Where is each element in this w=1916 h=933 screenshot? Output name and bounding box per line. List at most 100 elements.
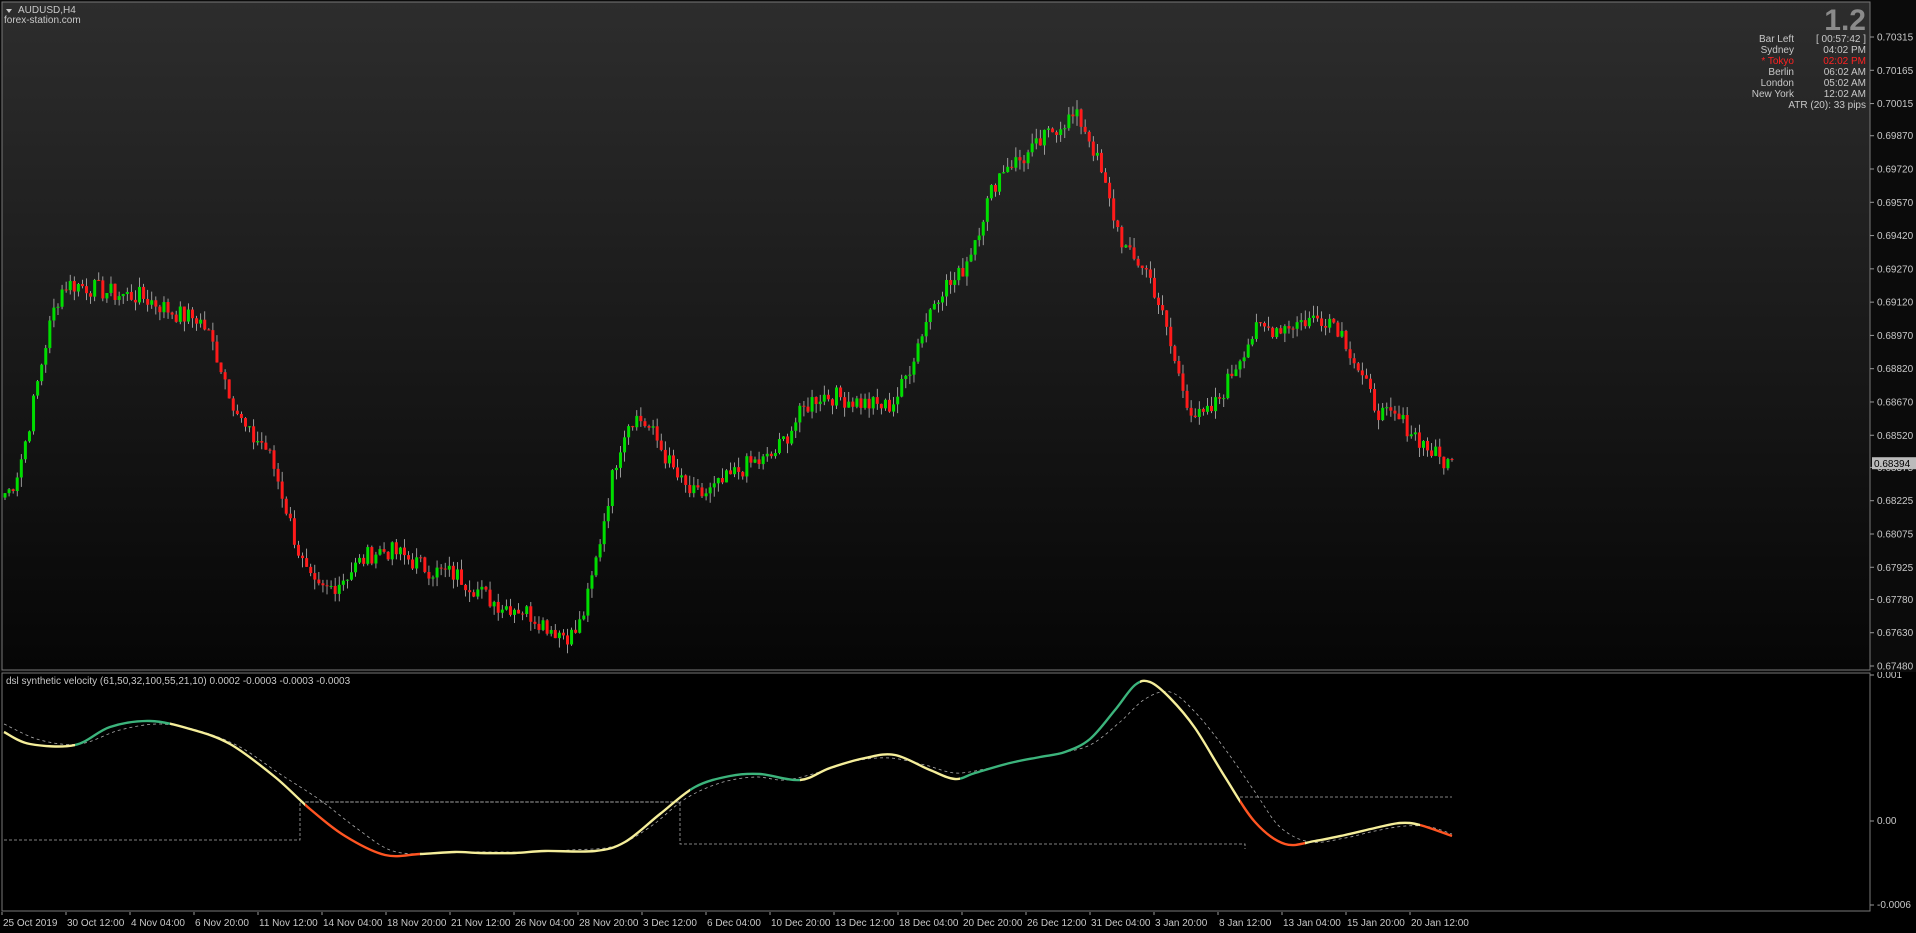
candle-bull — [610, 470, 614, 507]
candle-bear — [215, 341, 219, 363]
candle-bull — [60, 289, 64, 307]
candle-bull — [932, 303, 936, 310]
candle-bear — [182, 306, 186, 322]
candle-bull — [1067, 114, 1071, 129]
candle-bull — [23, 441, 27, 460]
candle-bear — [949, 279, 953, 285]
info-row-value: 12:02 AM — [1824, 89, 1866, 100]
price-tick-label: 0.69270 — [1877, 264, 1914, 275]
candle-bear — [1267, 326, 1271, 328]
candle-bull — [965, 261, 969, 277]
candle-bull — [329, 585, 333, 587]
candle-bear — [72, 280, 76, 292]
candle-bear — [1450, 459, 1454, 461]
candle-bear — [460, 569, 464, 585]
candle-bear — [284, 498, 288, 514]
candle-bull — [798, 405, 802, 423]
candle-bear — [1291, 328, 1295, 330]
candle-bear — [1356, 363, 1360, 371]
candle-bull — [598, 544, 602, 558]
candle-bear — [170, 312, 174, 315]
candle-bull — [398, 547, 402, 555]
candle-bull — [920, 336, 924, 344]
time-tick-label: 13 Dec 12:00 — [835, 918, 895, 929]
candle-bear — [190, 309, 194, 319]
candle-bear — [133, 299, 137, 303]
candle-bull — [121, 294, 125, 297]
price-tick-label: 0.69420 — [1877, 231, 1914, 242]
candle-bull — [374, 554, 378, 564]
candle-bear — [517, 609, 521, 614]
candle-bear — [867, 398, 871, 409]
candle-bear — [1038, 138, 1042, 146]
candle-bear — [1132, 247, 1136, 259]
candle-bear — [80, 283, 84, 287]
candle-bear — [663, 449, 667, 464]
candle-bear — [1169, 326, 1173, 347]
candle-bull — [594, 557, 598, 576]
candle-bull — [1446, 459, 1450, 469]
candle-bull — [354, 562, 358, 573]
candle-bull — [349, 572, 353, 580]
candle-bull — [716, 478, 720, 484]
candle-bear — [1144, 268, 1148, 270]
candle-bear — [1091, 141, 1095, 156]
candle-bear — [879, 403, 883, 409]
candle-bull — [928, 309, 932, 323]
candle-bull — [708, 487, 712, 494]
candle-bull — [40, 364, 44, 382]
candle-bear — [1152, 277, 1156, 298]
candle-bear — [729, 470, 733, 475]
candle-bear — [1332, 318, 1336, 323]
price-tick-label: 0.68520 — [1877, 431, 1914, 442]
candle-bear — [223, 372, 227, 380]
candle-bull — [790, 430, 794, 444]
price-tick-label: 0.67780 — [1877, 595, 1914, 606]
candle-bear — [741, 471, 745, 477]
candle-bull — [590, 575, 594, 589]
candle-bull — [109, 283, 113, 293]
candle-bull — [712, 483, 716, 488]
info-row-label: Berlin — [1768, 67, 1794, 78]
candle-bear — [1364, 375, 1368, 379]
candle-bear — [1148, 269, 1152, 278]
candle-bear — [1373, 388, 1377, 411]
candle-bear — [533, 621, 537, 624]
candle-bull — [782, 436, 786, 440]
price-chart-pane[interactable]: AUDUSD,H4 forex-station.com 1.2 Bar Left… — [0, 0, 1916, 672]
candle-bear — [1389, 407, 1393, 411]
info-row-value: 06:02 AM — [1824, 67, 1866, 78]
candle-bear — [851, 401, 855, 407]
candle-bull — [1299, 320, 1303, 323]
candle-bull — [36, 381, 40, 396]
candle-bear — [231, 398, 235, 411]
price-tick-label: 0.68820 — [1877, 364, 1914, 375]
candle-bear — [826, 394, 830, 400]
candle-bull — [248, 426, 252, 428]
candle-bear — [1051, 128, 1055, 133]
candle-bull — [667, 455, 671, 464]
candle-bull — [855, 398, 859, 407]
candle-bear — [529, 606, 533, 622]
candle-bear — [1136, 258, 1140, 266]
candle-bull — [366, 547, 370, 564]
info-row-label: New York — [1752, 89, 1795, 100]
candle-bull — [378, 549, 382, 555]
candle-bear — [1181, 373, 1185, 391]
indicator-pane[interactable]: dsl synthetic velocity (61,50,32,100,55,… — [0, 672, 1916, 912]
candle-bull — [15, 477, 19, 492]
candle-bull — [138, 286, 142, 303]
candle-bull — [1307, 317, 1311, 327]
candle-bull — [1295, 322, 1299, 329]
candle-bull — [541, 620, 545, 630]
price-tick-label: 0.70015 — [1877, 99, 1914, 110]
candle-bull — [969, 254, 973, 262]
candle-bear — [333, 585, 337, 594]
candle-bear — [292, 518, 296, 545]
candle-bull — [557, 632, 561, 639]
candle-bear — [154, 300, 158, 307]
candle-bear — [1303, 320, 1307, 327]
candle-bull — [936, 302, 940, 304]
candle-bull — [1275, 328, 1279, 338]
candle-bull — [1434, 446, 1438, 456]
